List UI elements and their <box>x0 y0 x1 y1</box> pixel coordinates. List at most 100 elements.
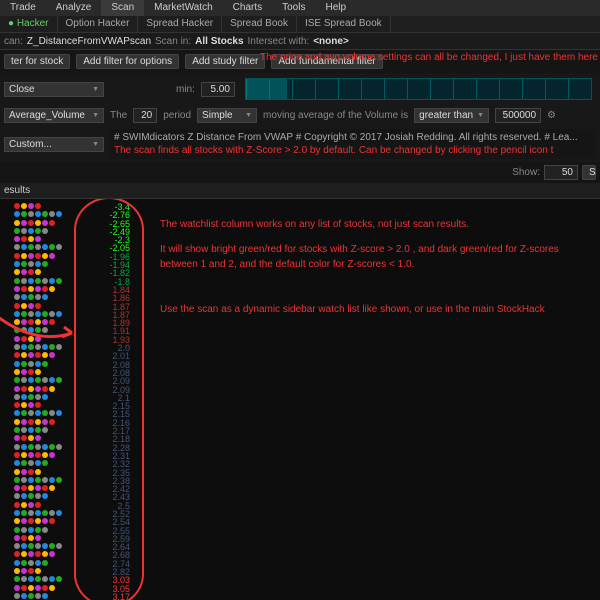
dot-row <box>0 253 86 261</box>
status-dot <box>35 585 41 591</box>
dot-row <box>0 560 86 568</box>
settings-icon[interactable]: ⚙ <box>547 110 556 121</box>
avg-field-select[interactable]: Average_Volume <box>4 108 104 123</box>
status-dot <box>56 543 62 549</box>
status-dot <box>21 269 27 275</box>
period-select[interactable]: Simple <box>197 108 257 123</box>
status-dot <box>35 419 41 425</box>
status-dot <box>14 510 20 516</box>
status-dot <box>21 585 27 591</box>
status-dot <box>28 535 34 541</box>
cmp-select[interactable]: greater than <box>414 108 489 123</box>
status-dot <box>14 352 20 358</box>
tab-spread-book[interactable]: Spread Book <box>222 16 297 32</box>
tab-ise-spread-book[interactable]: ISE Spread Book <box>297 16 391 32</box>
dot-row <box>0 369 86 377</box>
range-slider[interactable] <box>245 78 592 100</box>
tab-spread-hacker[interactable]: Spread Hacker <box>138 16 222 32</box>
status-dot <box>21 203 27 209</box>
show-value-input[interactable]: 50 <box>544 165 578 180</box>
status-dot <box>35 593 41 599</box>
status-dot <box>28 527 34 533</box>
annotation-body-1: The watchlist column works on any list o… <box>160 217 580 232</box>
status-dot <box>49 585 55 591</box>
status-dot <box>28 460 34 466</box>
status-dot <box>21 493 27 499</box>
dot-row <box>0 236 86 244</box>
study-code-display: # SWIMdicators Z Distance From VWAP # Co… <box>110 129 596 159</box>
menu-trade[interactable]: Trade <box>0 0 46 16</box>
status-dot <box>42 220 48 226</box>
status-dot <box>21 452 27 458</box>
status-dot <box>42 211 48 217</box>
scan-button[interactable]: S <box>582 165 596 180</box>
close-field-select[interactable]: Close <box>4 82 104 97</box>
status-dot <box>42 560 48 566</box>
period-label: period <box>163 110 191 121</box>
status-dot <box>35 560 41 566</box>
menu-help[interactable]: Help <box>315 0 356 16</box>
status-dot <box>42 386 48 392</box>
tab-option-hacker[interactable]: Option Hacker <box>58 16 139 32</box>
status-dot <box>28 344 34 350</box>
menu-scan[interactable]: Scan <box>101 0 144 16</box>
status-dot <box>49 444 55 450</box>
filter-stock-button[interactable]: ter for stock <box>4 54 70 69</box>
status-dot <box>28 203 34 209</box>
status-dot <box>14 303 20 309</box>
status-dot <box>14 336 20 342</box>
status-dot <box>49 576 55 582</box>
menu-analyze[interactable]: Analyze <box>46 0 102 16</box>
dot-row <box>0 244 86 252</box>
status-dot <box>42 527 48 533</box>
filter-study-button[interactable]: Add study filter <box>185 54 265 69</box>
scan-name[interactable]: Z_DistanceFromVWAPscan <box>27 36 151 47</box>
status-dot <box>49 220 55 226</box>
status-dot <box>56 477 62 483</box>
status-dot <box>35 427 41 433</box>
status-dot <box>28 576 34 582</box>
status-dot <box>21 402 27 408</box>
status-dot <box>14 535 20 541</box>
dot-row <box>0 377 86 385</box>
status-dot <box>21 311 27 317</box>
status-dot <box>21 560 27 566</box>
status-dot <box>14 551 20 557</box>
filter-options-button[interactable]: Add filter for options <box>76 54 179 69</box>
dot-row <box>0 527 86 535</box>
status-dot <box>14 427 20 433</box>
dot-row <box>0 593 86 600</box>
status-dot <box>35 327 41 333</box>
intersect-value[interactable]: <none> <box>313 36 349 47</box>
status-dot <box>21 377 27 383</box>
status-dot <box>28 386 34 392</box>
scan-in-value[interactable]: All Stocks <box>195 36 243 47</box>
menu-marketwatch[interactable]: MarketWatch <box>144 0 223 16</box>
status-dot <box>49 551 55 557</box>
min-value-input[interactable]: 5.00 <box>201 82 235 97</box>
dot-row <box>0 551 86 559</box>
thresh-input[interactable]: 500000 <box>495 108 541 123</box>
status-dot <box>28 369 34 375</box>
menu-tools[interactable]: Tools <box>272 0 315 16</box>
status-dot <box>35 336 41 342</box>
menu-charts[interactable]: Charts <box>223 0 272 16</box>
bars-input[interactable]: 20 <box>133 108 157 123</box>
status-dot <box>49 386 55 392</box>
status-dot <box>21 502 27 508</box>
status-dot <box>35 319 41 325</box>
dot-row <box>0 220 86 228</box>
tab-hacker[interactable]: ● Hacker <box>0 16 58 32</box>
status-dot <box>21 535 27 541</box>
status-dot <box>28 261 34 267</box>
status-dot <box>28 469 34 475</box>
status-dot <box>35 236 41 242</box>
status-dot <box>14 543 20 549</box>
annotation-body-2: It will show bright green/red for stocks… <box>160 242 580 272</box>
results-header: esults <box>0 183 600 199</box>
status-dot <box>28 278 34 284</box>
value-cell[interactable]: 3.17 <box>86 593 136 600</box>
status-dot <box>49 286 55 292</box>
custom-select[interactable]: Custom... <box>4 137 104 152</box>
status-dot <box>21 576 27 582</box>
